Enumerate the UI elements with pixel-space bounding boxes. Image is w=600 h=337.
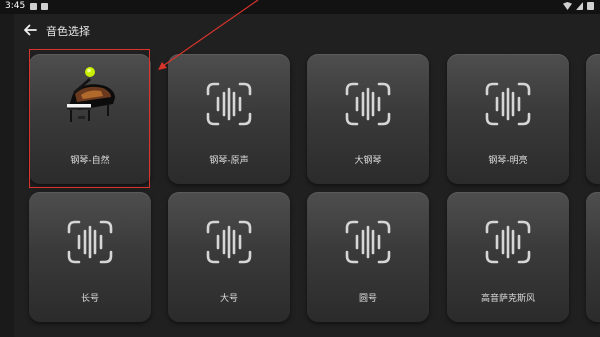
waveform-icon (345, 220, 391, 264)
battery-icon (587, 2, 594, 10)
side-strip (0, 14, 14, 337)
back-arrow-icon[interactable] (22, 22, 38, 38)
status-bar: 3:45 (0, 0, 600, 14)
selection-highlight-box (29, 49, 150, 188)
waveform-icon (206, 82, 252, 126)
waveform-icon (485, 220, 531, 264)
instrument-card-piano-acoustic[interactable]: 钢琴-原声 (168, 54, 290, 184)
instrument-card-grand-piano[interactable]: 大钢琴 (307, 54, 429, 184)
instrument-card-soprano-sax[interactable]: 高音萨克斯风 (447, 192, 569, 322)
instrument-label: 大钢琴 (354, 156, 382, 166)
instrument-card-piano-bright[interactable]: 钢琴-明亮 (447, 54, 569, 184)
page-title: 音色选择 (46, 25, 90, 38)
instrument-label: 高音萨克斯风 (480, 294, 535, 304)
instrument-label: 圆号 (358, 294, 377, 304)
status-icons (563, 2, 594, 10)
instrument-label: 钢琴-原声 (209, 156, 249, 166)
instrument-card-partial[interactable] (586, 54, 600, 184)
waveform-icon (345, 82, 391, 126)
wifi-icon (563, 2, 572, 10)
instrument-card-partial[interactable] (586, 192, 600, 322)
waveform-icon (206, 220, 252, 264)
instrument-card-tuba[interactable]: 大号 (168, 192, 290, 322)
instrument-label: 钢琴-明亮 (488, 156, 528, 166)
status-time: 3:45 (5, 1, 26, 11)
instrument-label: 大号 (219, 294, 238, 304)
header: 音色选择 (14, 14, 600, 44)
instrument-card-trombone[interactable]: 长号 (29, 192, 151, 322)
waveform-icon (67, 220, 113, 264)
notification-icon (30, 3, 37, 10)
instrument-card-french-horn[interactable]: 圆号 (307, 192, 429, 322)
notification-icon (41, 3, 48, 10)
signal-icon (576, 2, 583, 10)
instrument-label: 长号 (80, 294, 99, 304)
waveform-icon (485, 82, 531, 126)
